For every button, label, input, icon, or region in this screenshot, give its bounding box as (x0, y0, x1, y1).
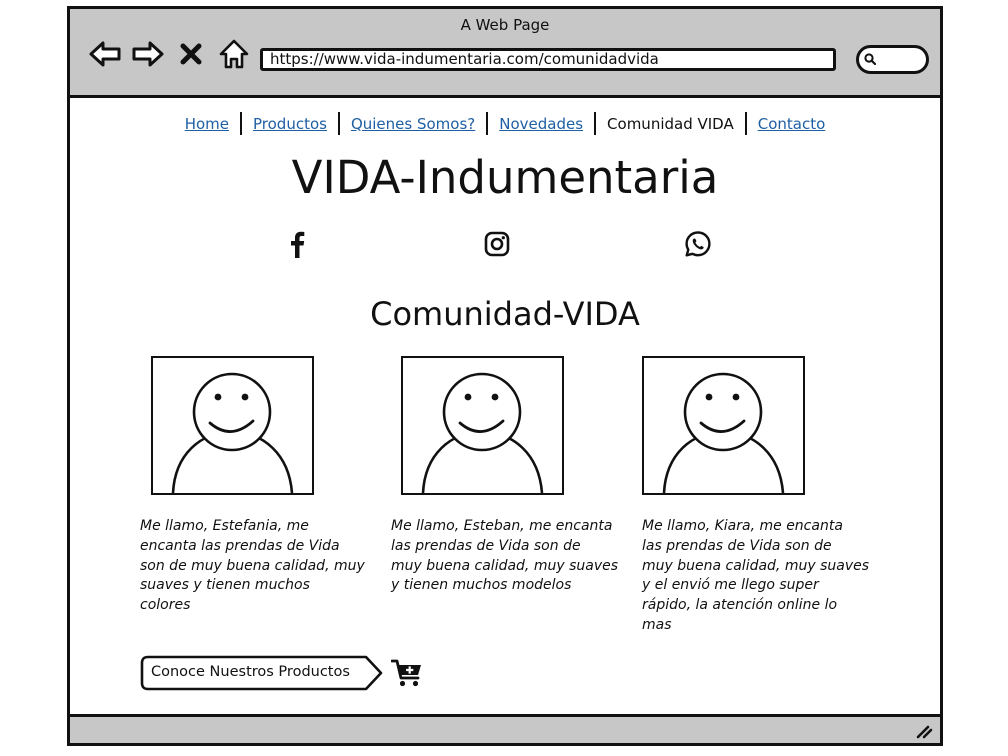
close-icon (180, 43, 202, 65)
nav-separator (240, 112, 242, 135)
nav-link-productos[interactable]: Productos (253, 114, 327, 134)
status-bar (70, 714, 940, 743)
testimonial-line: Me llamo, Estefania, me (140, 518, 309, 534)
testimonial-line: encanta las prendas de Vida (140, 537, 340, 554)
back-arrow-icon (89, 41, 121, 67)
testimonial-line: suaves y tienen muchos (140, 577, 310, 594)
testimonial-line: rápido, la atención online lo (642, 597, 838, 614)
testimonial-text: Me llamo, Esteban, me encanta las prenda… (391, 517, 627, 596)
browser-toolbar: A Web Page https://www.vida-indumentaria… (70, 9, 940, 98)
nav-link-novedades[interactable]: Novedades (499, 114, 583, 134)
forward-button[interactable] (131, 37, 165, 71)
resize-grip-icon[interactable] (915, 723, 933, 739)
back-button[interactable] (88, 37, 122, 71)
person-placeholder-icon (421, 372, 544, 494)
nav-link-quienes-somos[interactable]: Quienes Somos? (351, 114, 475, 134)
address-bar[interactable]: https://www.vida-indumentaria.com/comuni… (260, 48, 836, 71)
nav-link-home[interactable]: Home (185, 114, 229, 134)
person-placeholder-icon (662, 372, 785, 494)
avatar (642, 356, 805, 495)
avatar (151, 356, 314, 495)
testimonial-line: son de muy buena calidad, muy (140, 557, 365, 574)
nav-separator (337, 112, 340, 135)
testimonial-text: Me llamo, Kiara, me encanta las prendas … (642, 517, 878, 636)
whatsapp-icon[interactable] (683, 229, 713, 259)
testimonial-line: y tienen muchos modelos (391, 577, 572, 594)
testimonial-line: Me llamo, Kiara, me encanta (642, 518, 843, 534)
page-content: Home Productos Quienes Somos? Novedades Comu… (70, 98, 940, 718)
testimonial-line: las prendas de Vida son de (642, 537, 832, 554)
add-to-cart-icon[interactable] (391, 657, 423, 689)
testimonial-line: y el envió me llego super (642, 577, 819, 594)
person-placeholder-icon (171, 372, 294, 494)
testimonial-text: Me llamo, Estefania, me encanta las pren… (140, 517, 376, 616)
testimonial-line: muy buena calidad, muy suaves (391, 557, 619, 574)
avatar (401, 356, 564, 495)
facebook-icon[interactable] (282, 229, 312, 259)
site-navigation: Home Productos Quienes Somos? Novedades Comu… (70, 112, 940, 135)
home-button[interactable] (217, 37, 251, 71)
nav-separator (744, 112, 747, 135)
nav-separator (486, 112, 489, 135)
browser-window: A Web Page https://www.vida-indumentaria… (67, 6, 943, 746)
testimonial-line: mas (642, 616, 672, 633)
site-title: VIDA-Indumentaria (291, 151, 719, 204)
search-icon (864, 53, 876, 65)
browser-nav-controls (88, 37, 251, 71)
nav-link-contacto[interactable]: Contacto (758, 114, 826, 134)
section-title: Comunidad-VIDA (370, 295, 640, 333)
browser-search-box[interactable] (856, 45, 929, 74)
testimonial-line: colores (140, 597, 191, 614)
products-cta-button[interactable]: Conoce Nuestros Productos (140, 655, 385, 691)
stop-button[interactable] (174, 37, 208, 71)
forward-arrow-icon (132, 41, 164, 67)
testimonial-line: Me llamo, Esteban, me encanta (391, 518, 613, 534)
instagram-icon[interactable] (482, 229, 512, 259)
nav-separator (594, 112, 597, 135)
window-title: A Web Page (460, 16, 550, 34)
products-cta-label: Conoce Nuestros Productos (151, 664, 350, 680)
testimonial-line: las prendas de Vida son de (391, 537, 581, 554)
nav-link-comunidad-vida: Comunidad VIDA (607, 114, 734, 133)
home-icon (219, 39, 249, 69)
testimonial-line: muy buena calidad, muy suaves (642, 557, 870, 574)
